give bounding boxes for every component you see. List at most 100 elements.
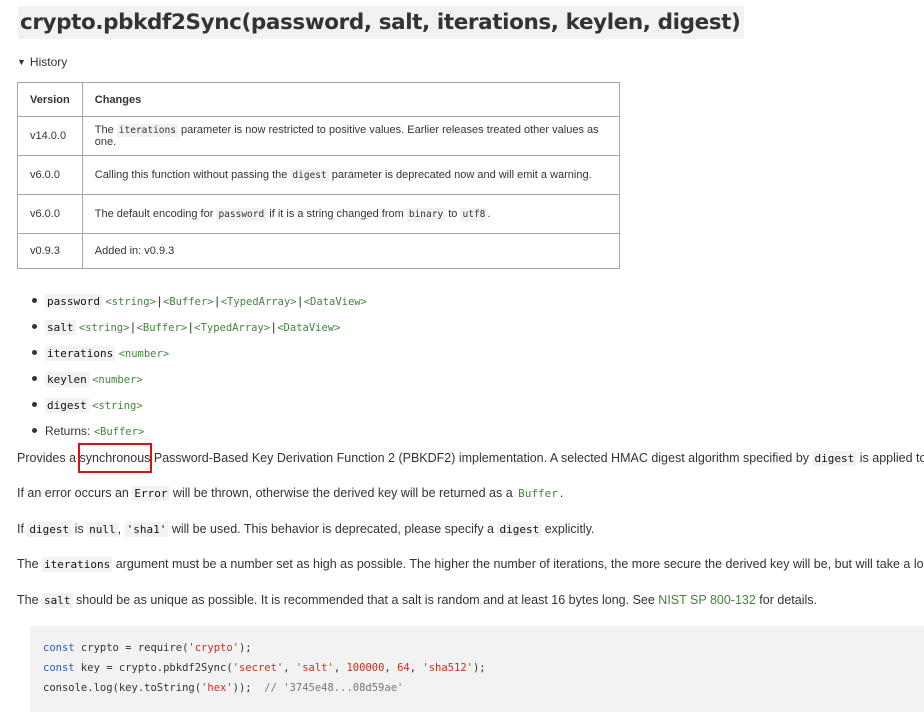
code-text: key = crypto.pbkdf2Sync( <box>74 662 233 674</box>
type-link-typedarray[interactable]: <TypedArray> <box>194 322 270 334</box>
code-string: 'salt' <box>295 662 334 674</box>
inline-code: Error <box>132 486 170 501</box>
text: explicitly. <box>541 522 595 536</box>
paragraph-description: Provides a synchronous Password-Based Ke… <box>17 443 924 473</box>
history-table: Version Changes v14.0.0 The iterations p… <box>17 82 621 269</box>
text: will be thrown, otherwise the derived ke… <box>169 486 517 500</box>
text: will be used. This behavior is deprecate… <box>168 522 498 536</box>
code-text: crypto = require( <box>74 642 189 654</box>
type-separator: | <box>189 320 193 334</box>
highlighted-word: synchronous <box>77 443 153 473</box>
text: argument must be a number set as high as… <box>112 557 924 571</box>
code-keyword: const <box>43 642 75 654</box>
type-separator: | <box>131 320 135 334</box>
changes-text: The default encoding for <box>94 208 217 220</box>
changes-cell: Calling this function without passing th… <box>81 155 621 195</box>
code-text: ); <box>238 642 252 654</box>
type-link-buffer[interactable]: <Buffer> <box>137 322 188 334</box>
table-row: v6.0.0 Calling this function without pas… <box>17 155 621 195</box>
inline-code: digest <box>27 522 72 537</box>
parameter-name: salt <box>45 320 76 335</box>
changes-text: if it is a string changed from <box>266 208 407 220</box>
type-separator: | <box>215 294 219 308</box>
inline-code: password <box>216 208 267 221</box>
text: The <box>17 557 43 571</box>
changes-text: . <box>487 208 491 220</box>
inline-code: digest <box>812 451 857 466</box>
code-text: )); <box>232 682 265 694</box>
page-title: crypto.pbkdf2Sync(password, salt, iterat… <box>18 6 745 39</box>
type-link-typedarray[interactable]: <TypedArray> <box>221 296 297 308</box>
type-link-number[interactable]: <number> <box>119 348 170 360</box>
returns-item: Returns: <Buffer> <box>17 418 367 444</box>
text: The <box>17 593 43 607</box>
inline-code: utf8 <box>460 208 488 221</box>
parameter-item-digest: digest <string> <box>17 392 367 418</box>
type-link-number[interactable]: <number> <box>92 374 143 386</box>
text: is <box>71 522 88 536</box>
history-toggle[interactable]: ▼ History <box>17 54 67 71</box>
type-link-buffer[interactable]: <Buffer> <box>94 426 145 438</box>
code-example: const crypto = require('crypto'); const … <box>30 626 924 712</box>
code-text: , <box>409 662 423 674</box>
type-link-dataview[interactable]: <DataView> <box>304 296 367 308</box>
version-cell: v6.0.0 <box>17 155 83 195</box>
type-link-string[interactable]: <string> <box>79 322 130 334</box>
paragraph-error: If an error occurs an Error will be thro… <box>17 484 563 503</box>
changes-text: parameter is deprecated now and will emi… <box>328 169 592 181</box>
version-cell: v14.0.0 <box>17 116 83 156</box>
code-text: console.log(key.toString( <box>43 682 202 694</box>
type-separator: | <box>298 294 302 308</box>
inline-code: 'sha1' <box>124 522 169 537</box>
code-string: 'crypto' <box>188 642 239 654</box>
type-link-string[interactable]: <string> <box>105 296 156 308</box>
type-link-buffer[interactable]: <Buffer> <box>163 296 214 308</box>
paragraph-iterations: The iterations argument must be a number… <box>17 555 924 574</box>
code-text: , <box>384 662 398 674</box>
parameter-item-salt: salt <string> | <Buffer> | <TypedArray> | <Dat… <box>17 314 367 340</box>
parameter-item-iterations: iterations <number> <box>17 340 367 366</box>
changes-cell: The default encoding for password if it … <box>81 194 621 234</box>
text: If an error occurs an <box>17 486 133 500</box>
inline-code: iterations <box>42 557 113 572</box>
code-text: , <box>333 662 347 674</box>
code-number: 100000 <box>346 662 385 674</box>
inline-code: binary <box>406 208 446 221</box>
table-row: v14.0.0 The iterations parameter is now … <box>17 116 621 156</box>
inline-code: digest <box>290 169 329 182</box>
text: should be as unique as possible. It is r… <box>72 593 659 607</box>
text: , <box>117 522 125 536</box>
table-row: v6.0.0 The default encoding for password… <box>17 194 621 234</box>
type-link-string[interactable]: <string> <box>92 400 143 412</box>
parameter-item-password: password <string> | <Buffer> | <TypedArray> |… <box>17 288 367 314</box>
disclosure-triangle-icon: ▼ <box>17 57 26 67</box>
history-label: History <box>29 55 68 69</box>
column-header-changes: Changes <box>81 82 621 117</box>
table-row: v0.9.3 Added in: v0.9.3 <box>17 233 621 269</box>
code-string: 'secret' <box>232 662 284 674</box>
type-separator: | <box>157 294 162 308</box>
nist-link[interactable]: NIST SP 800-132 <box>658 593 756 607</box>
inline-code: salt <box>42 593 73 608</box>
buffer-type-link[interactable]: Buffer <box>516 486 560 501</box>
text: is applied to <box>856 451 924 465</box>
changes-cell: The iterations parameter is now restrict… <box>81 116 621 156</box>
parameter-item-keylen: keylen <number> <box>17 366 367 392</box>
text: Password-Based Key Derivation Function 2… <box>150 451 813 465</box>
paragraph-digest: If digest is null, 'sha1' will be used. … <box>17 520 595 539</box>
type-link-dataview[interactable]: <DataView> <box>277 322 340 334</box>
code-text: ); <box>472 662 486 674</box>
parameter-name: password <box>45 294 102 309</box>
text: If <box>17 522 28 536</box>
paragraph-salt: The salt should be as unique as possible… <box>17 591 817 610</box>
type-separator: | <box>272 320 276 334</box>
returns-label: Returns: <box>45 424 91 438</box>
code-keyword: const <box>43 662 75 674</box>
code-number: 64 <box>397 662 410 674</box>
version-cell: v6.0.0 <box>17 194 83 234</box>
inline-code: null <box>87 522 118 537</box>
text: for details. <box>755 593 817 607</box>
code-string: 'hex' <box>201 682 233 694</box>
changes-text: Calling this function without passing th… <box>94 169 291 181</box>
code-string: 'sha512' <box>422 662 473 674</box>
